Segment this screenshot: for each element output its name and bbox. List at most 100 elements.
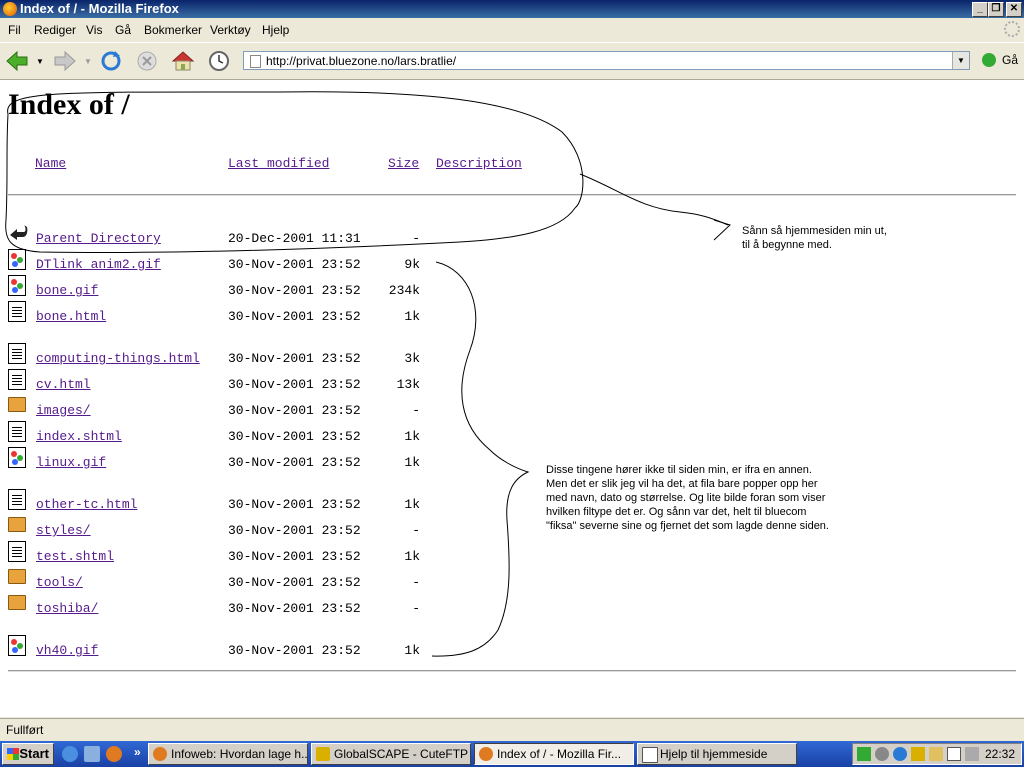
file-modified: 30-Nov-2001 23:52 xyxy=(228,309,361,324)
task-help[interactable]: Hjelp til hjemmeside xyxy=(637,743,797,765)
back-dropdown-icon[interactable]: ▼ xyxy=(36,57,44,66)
page-heading: Index of / xyxy=(8,88,130,121)
security-tray-icon[interactable] xyxy=(875,747,889,761)
navigation-toolbar: ▼ ▼ http://privat.bluezone.no/lars.bratl… xyxy=(0,42,1024,80)
close-button[interactable]: ✕ xyxy=(1006,2,1022,17)
file-size: 1k xyxy=(404,429,420,444)
go-button-label[interactable]: Gå xyxy=(1002,53,1018,67)
folder-tray-icon[interactable] xyxy=(929,747,943,761)
url-dropdown-icon[interactable]: ▼ xyxy=(952,52,969,69)
file-modified: 30-Nov-2001 23:52 xyxy=(228,351,361,366)
globe-tray-icon[interactable] xyxy=(893,747,907,761)
task-cuteftp[interactable]: GlobalSCAPE - CuteFTP ... xyxy=(311,743,471,765)
file-link[interactable]: test.shtml xyxy=(36,549,114,564)
home-icon[interactable] xyxy=(170,49,196,73)
document-icon[interactable] xyxy=(8,301,26,322)
file-modified: 30-Nov-2001 23:52 xyxy=(228,523,361,538)
clock: 22:32 xyxy=(984,747,1015,761)
file-link[interactable]: index.shtml xyxy=(36,429,122,444)
column-modified-link[interactable]: Last modified xyxy=(228,156,329,171)
file-link[interactable]: other-tc.html xyxy=(36,497,137,512)
file-size: 1k xyxy=(404,549,420,564)
file-link[interactable]: computing-things.html xyxy=(36,351,200,366)
menu-help[interactable]: Hjelp xyxy=(262,23,289,37)
divider-bottom xyxy=(8,670,1016,672)
file-size: 1k xyxy=(404,309,420,324)
reload-icon[interactable] xyxy=(98,49,124,73)
url-bar[interactable]: http://privat.bluezone.no/lars.bratlie/ … xyxy=(243,51,970,70)
task-label: Hjelp til hjemmeside xyxy=(660,747,768,761)
file-link[interactable]: toshiba/ xyxy=(36,601,98,616)
url-text[interactable]: http://privat.bluezone.no/lars.bratlie/ xyxy=(266,54,456,68)
image-file-icon[interactable] xyxy=(8,275,26,296)
file-link[interactable]: images/ xyxy=(36,403,91,418)
column-name-link[interactable]: Name xyxy=(35,156,66,171)
back-icon[interactable] xyxy=(4,49,30,73)
stop-icon[interactable] xyxy=(134,49,160,73)
file-modified: 30-Nov-2001 23:52 xyxy=(228,643,361,658)
window-titlebar[interactable]: Index of / - Mozilla Firefox _ ❐ ✕ xyxy=(0,0,1024,18)
firefox-quicklaunch-icon[interactable] xyxy=(106,746,122,762)
firefox-icon xyxy=(153,747,167,761)
task-infoweb[interactable]: Infoweb: Hvordan lage h... xyxy=(148,743,308,765)
ie-quicklaunch-icon[interactable] xyxy=(62,746,78,762)
document-icon[interactable] xyxy=(8,369,26,390)
page-icon xyxy=(250,55,261,68)
image-file-icon[interactable] xyxy=(8,447,26,468)
parent-directory-icon[interactable] xyxy=(8,223,28,244)
printer-tray-icon[interactable] xyxy=(911,747,925,761)
folder-icon[interactable] xyxy=(8,569,26,584)
menu-view[interactable]: Vis xyxy=(86,23,102,37)
ftp-tray-icon[interactable] xyxy=(965,747,979,761)
menu-edit[interactable]: Rediger xyxy=(34,23,76,37)
column-size-link[interactable]: Size xyxy=(388,156,419,171)
network-tray-icon[interactable] xyxy=(857,747,871,761)
menu-tools[interactable]: Verktøy xyxy=(210,23,251,37)
task-label: Infoweb: Hvordan lage h... xyxy=(171,747,308,761)
file-link[interactable]: vh40.gif xyxy=(36,643,98,658)
taskbar: Start » Infoweb: Hvordan lage h... Globa… xyxy=(0,741,1024,767)
menu-file[interactable]: Fil xyxy=(8,23,21,37)
image-file-icon[interactable] xyxy=(8,635,26,656)
table-row: images/30-Nov-2001 23:52 - xyxy=(0,397,700,425)
table-row: vh40.gif 30-Nov-2001 23:52 1k xyxy=(0,635,700,665)
column-description-link[interactable]: Description xyxy=(436,156,522,171)
file-link[interactable]: bone.html xyxy=(36,309,106,324)
file-link[interactable]: styles/ xyxy=(36,523,91,538)
file-modified: 30-Nov-2001 23:52 xyxy=(228,601,361,616)
throbber-icon xyxy=(1004,21,1020,37)
start-button[interactable]: Start xyxy=(2,743,54,765)
document-icon[interactable] xyxy=(8,421,26,442)
task-firefox-index[interactable]: Index of / - Mozilla Fir... xyxy=(474,743,634,765)
folder-icon[interactable] xyxy=(8,595,26,610)
window-title: Index of / - Mozilla Firefox xyxy=(20,1,179,16)
history-icon[interactable] xyxy=(206,49,232,73)
menu-go[interactable]: Gå xyxy=(115,23,131,37)
document-icon[interactable] xyxy=(8,489,26,510)
quicklaunch-overflow[interactable]: » xyxy=(134,745,141,759)
document-icon[interactable] xyxy=(8,541,26,562)
document-icon[interactable] xyxy=(8,343,26,364)
file-size: - xyxy=(412,231,420,246)
window-tray-icon[interactable] xyxy=(947,747,961,761)
file-link[interactable]: bone.gif xyxy=(36,283,98,298)
file-link[interactable]: Parent Directory xyxy=(36,231,161,246)
table-row: index.shtml 30-Nov-2001 23:52 1k xyxy=(0,421,700,451)
file-link[interactable]: tools/ xyxy=(36,575,83,590)
forward-icon[interactable] xyxy=(52,49,78,73)
image-file-icon[interactable] xyxy=(8,249,26,270)
file-size: - xyxy=(412,403,420,418)
explorer-quicklaunch-icon[interactable] xyxy=(84,746,100,762)
file-link[interactable]: cv.html xyxy=(36,377,91,392)
file-modified: 30-Nov-2001 23:52 xyxy=(228,283,361,298)
file-link[interactable]: DTlink anim2.gif xyxy=(36,257,161,272)
restore-button[interactable]: ❐ xyxy=(988,2,1004,17)
file-modified: 30-Nov-2001 23:52 xyxy=(228,575,361,590)
folder-icon[interactable] xyxy=(8,397,26,412)
file-link[interactable]: linux.gif xyxy=(36,455,106,470)
go-icon[interactable] xyxy=(982,53,996,67)
forward-dropdown-icon[interactable]: ▼ xyxy=(84,57,92,66)
menu-bookmarks[interactable]: Bokmerker xyxy=(144,23,202,37)
folder-icon[interactable] xyxy=(8,517,26,532)
minimize-button[interactable]: _ xyxy=(972,2,988,17)
